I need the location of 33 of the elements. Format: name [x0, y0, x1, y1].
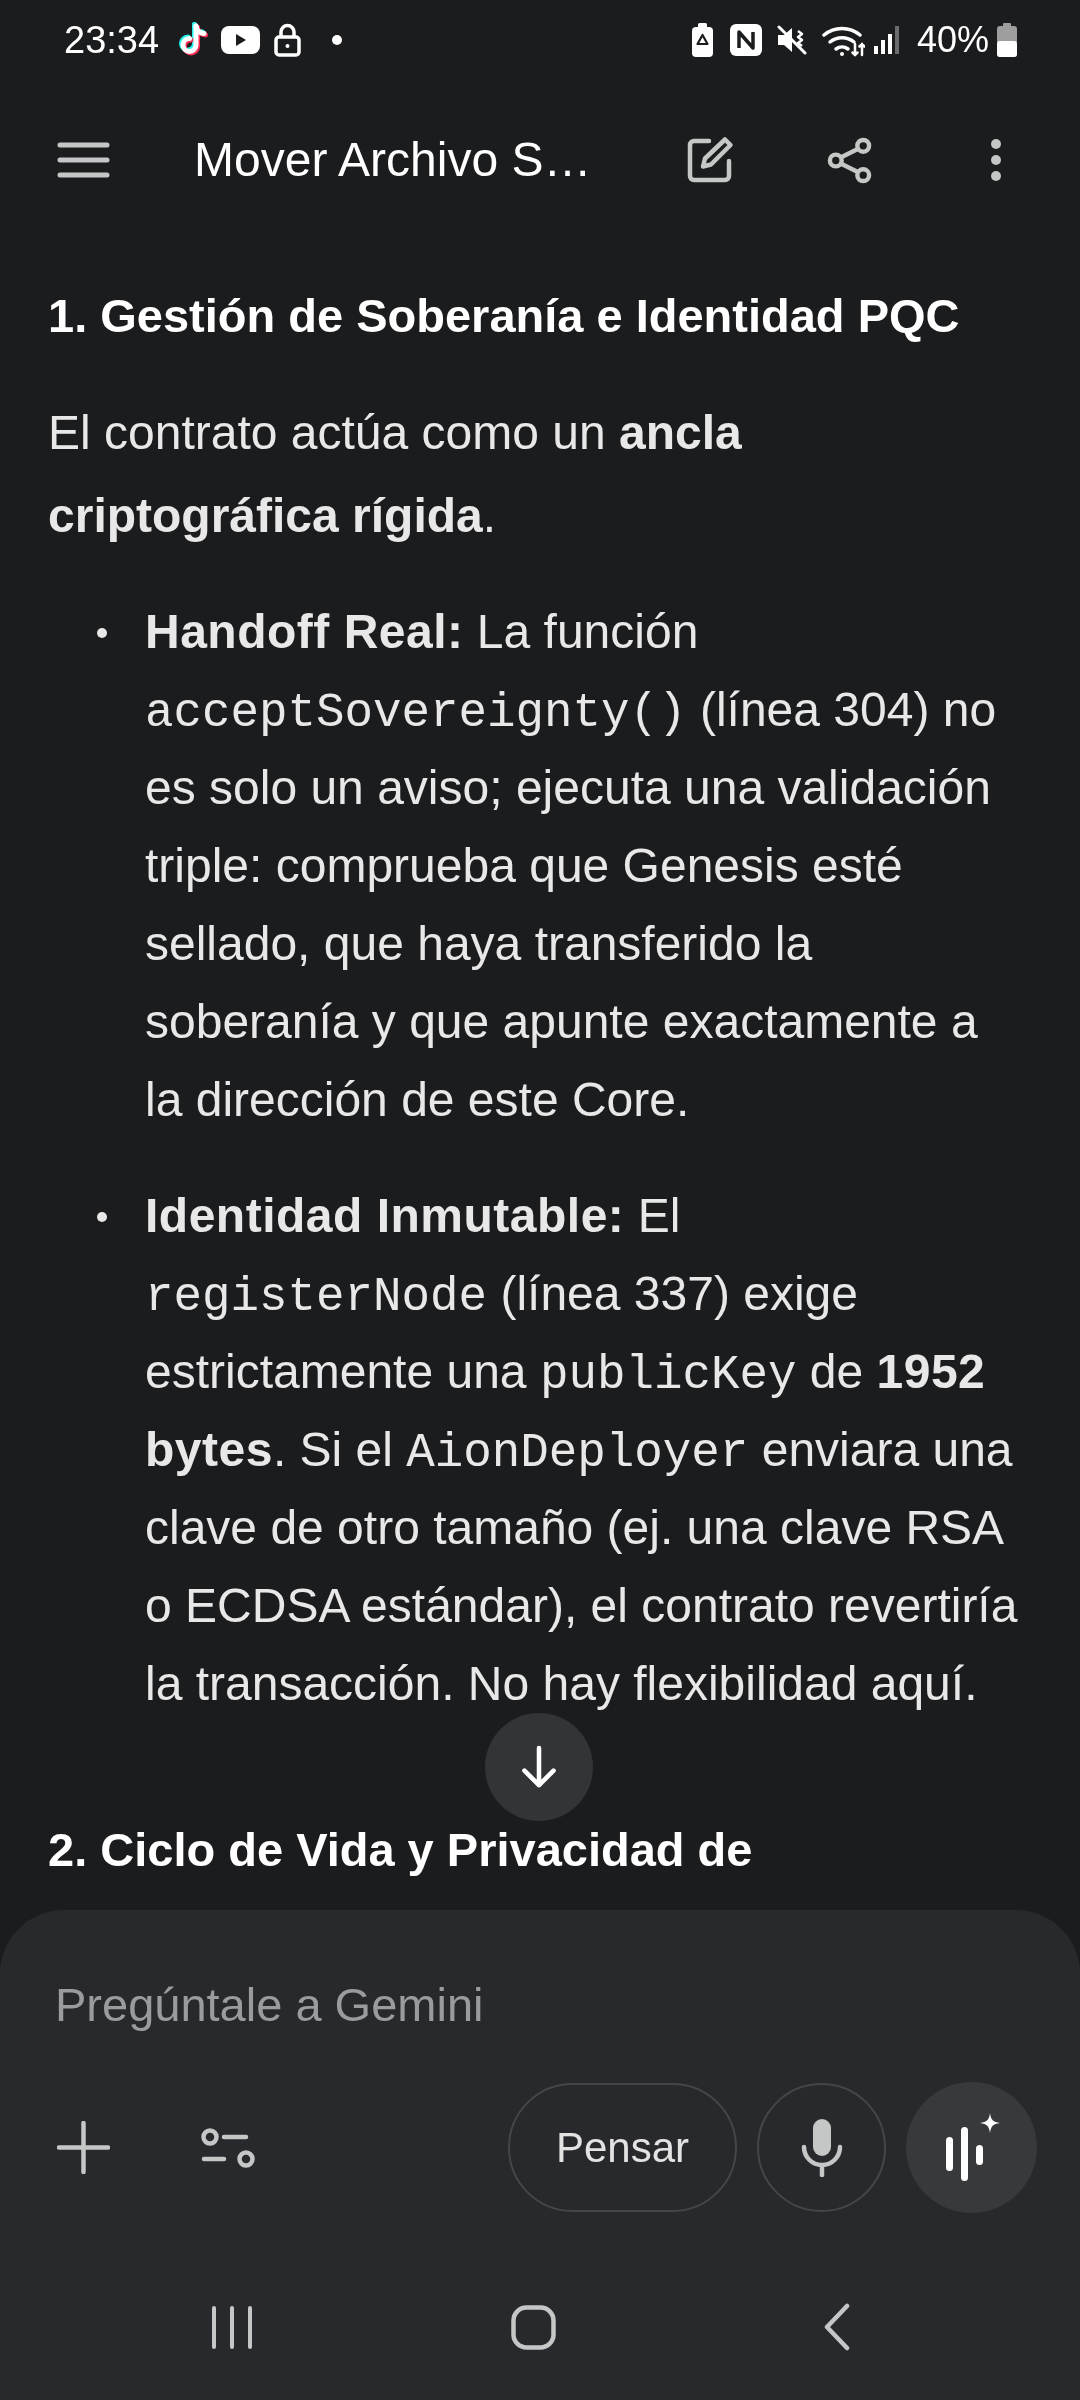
home-icon[interactable] [511, 2304, 556, 2350]
sound-bars-sparkle-icon [943, 2112, 1000, 2183]
share-icon[interactable] [826, 136, 873, 184]
nfc-icon [729, 24, 762, 56]
section-heading: 2. Ciclo de Vida y Privacidad de [48, 1822, 754, 1878]
section-heading: 1. Gestión de Soberanía e Identidad PQC [48, 288, 961, 344]
battery-triangle-icon [690, 23, 714, 57]
chat-title: Mover Archivo S… [194, 132, 592, 188]
mute-icon [776, 25, 808, 55]
recent-apps-icon[interactable] [211, 2304, 253, 2350]
bullet-icon [97, 628, 107, 638]
dot-icon [332, 35, 343, 45]
bullet-icon [97, 1212, 107, 1222]
more-options-icon[interactable] [990, 138, 1002, 182]
video-play-icon [221, 26, 261, 54]
microphone-button[interactable] [757, 2083, 886, 2212]
back-icon[interactable] [824, 2303, 850, 2351]
think-mode-button[interactable]: Pensar [508, 2083, 737, 2212]
status-time: 23:34 [64, 18, 160, 62]
lock-icon [274, 23, 302, 57]
arrow-down-icon [519, 1745, 559, 1789]
sliders-icon[interactable] [200, 2127, 256, 2168]
battery-icon [997, 23, 1017, 57]
list-item-text: Identidad Inmutable: El registerNode (línea 337) exige estrictamente una publicKey de 1952 bytes. Si el AionDeployer enviara una clave de otro tamaño (ej. una clave RSA o ECDSA estándar), el contrato revertiría la transacción. No hay flexibilidad aquí. [145, 1188, 1019, 1712]
menu-icon[interactable] [57, 142, 110, 178]
paragraph: El contrato actúa como un ancla criptográfica rígida. [48, 405, 743, 544]
battery-percentage: 40% [916, 18, 989, 62]
plus-icon[interactable] [57, 2121, 110, 2174]
edit-icon[interactable] [685, 135, 735, 185]
list-item-text: Handoff Real: La función acceptSovereignty() (línea 304) no es solo un aviso; ejecuta una validación triple: comprueba que Genesis esté sellado, que haya transferido la soberanía y que apunte exactamente a la dirección de este Core. [145, 604, 998, 1128]
prompt-input[interactable]: Pregúntale a Gemini [55, 1970, 1025, 2040]
microphone-icon [800, 2118, 843, 2177]
signal-icon [873, 26, 901, 54]
